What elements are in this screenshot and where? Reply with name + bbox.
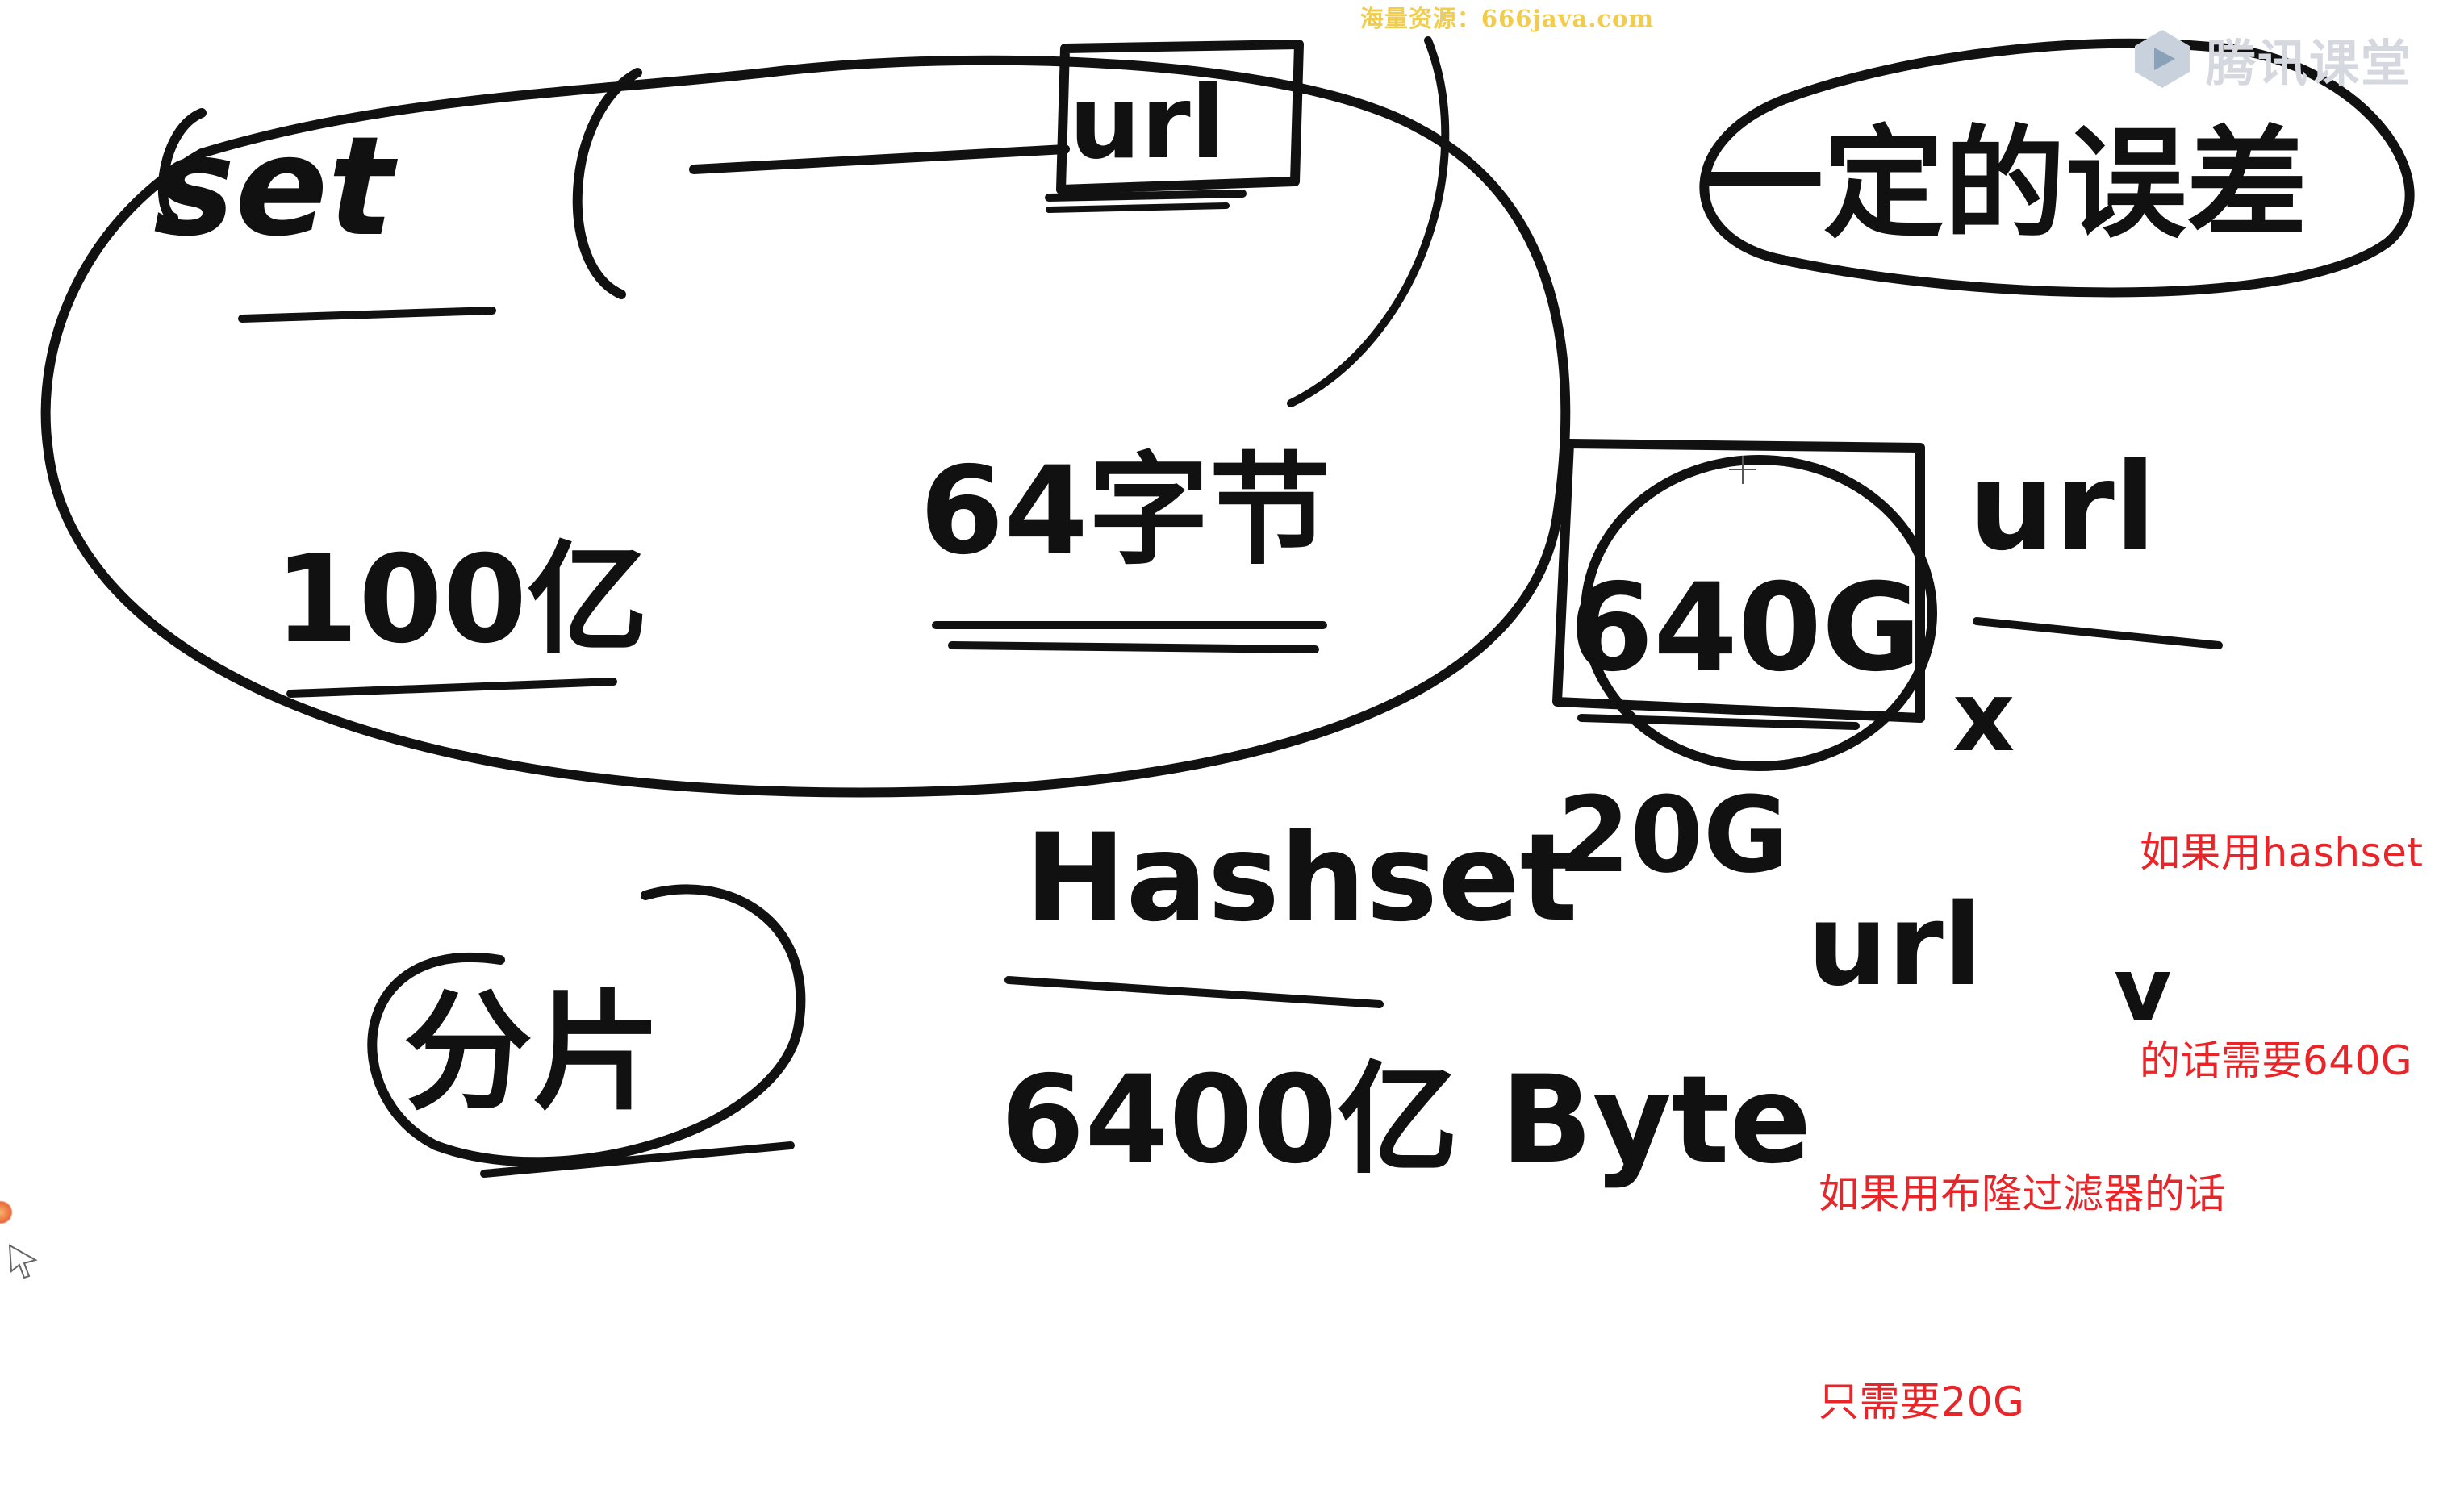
brand-logo: 腾讯课堂 (2130, 23, 2412, 95)
split-group: 分片 (367, 884, 806, 1178)
bytes-6400-group: 6400亿 Byte (1000, 1050, 1811, 1191)
handwriting-64bytes: 64字节 (920, 441, 1330, 653)
url-bottom-right-text: url (1807, 880, 1982, 1012)
size-20g-text: 20G (1557, 774, 1790, 896)
url-box-text: url (1069, 65, 1225, 181)
brand-name: 腾讯课堂 (2206, 34, 2413, 93)
hashset-group: Hashset 20G (1004, 774, 1790, 1008)
watermark-text: 海量资源：666java.com (1359, 5, 1655, 32)
arrow-cursor-icon (8, 1244, 38, 1279)
handwriting-set: set (153, 107, 496, 323)
url-bottom-right: url v (1807, 880, 2172, 1041)
bloom-note-line-2: 只需要20G (1819, 1379, 2025, 1425)
size-640g-text: 640G (1569, 558, 1921, 699)
bloom-note: 如果用布隆过滤器的话 只需要20G (1819, 1020, 2226, 1506)
url-top-right-text: url (1969, 437, 2156, 578)
hashset-note-line-1: 如果用hashset (2140, 829, 2424, 876)
bytes-6400-text: 6400亿 Byte (1000, 1050, 1811, 1191)
cross-mark: x (1952, 661, 2015, 774)
set-bracket (572, 68, 1070, 299)
split-text: 分片 (403, 977, 662, 1128)
bloom-note-line-1: 如果用布隆过滤器的话 (1819, 1170, 2226, 1217)
bytes-64-text: 64字节 (920, 441, 1330, 582)
set-text: set (153, 107, 398, 267)
error-rate-text: 一定的误差 (1702, 115, 2307, 255)
url-box: url (1045, 40, 1304, 213)
size-640g-group: 640G (1552, 439, 1937, 771)
play-triangle-icon (2135, 30, 2190, 88)
handwriting-100: 100亿 (274, 530, 648, 698)
hashset-text: Hashset (1025, 808, 1578, 949)
count-100-text: 100亿 (274, 530, 648, 670)
